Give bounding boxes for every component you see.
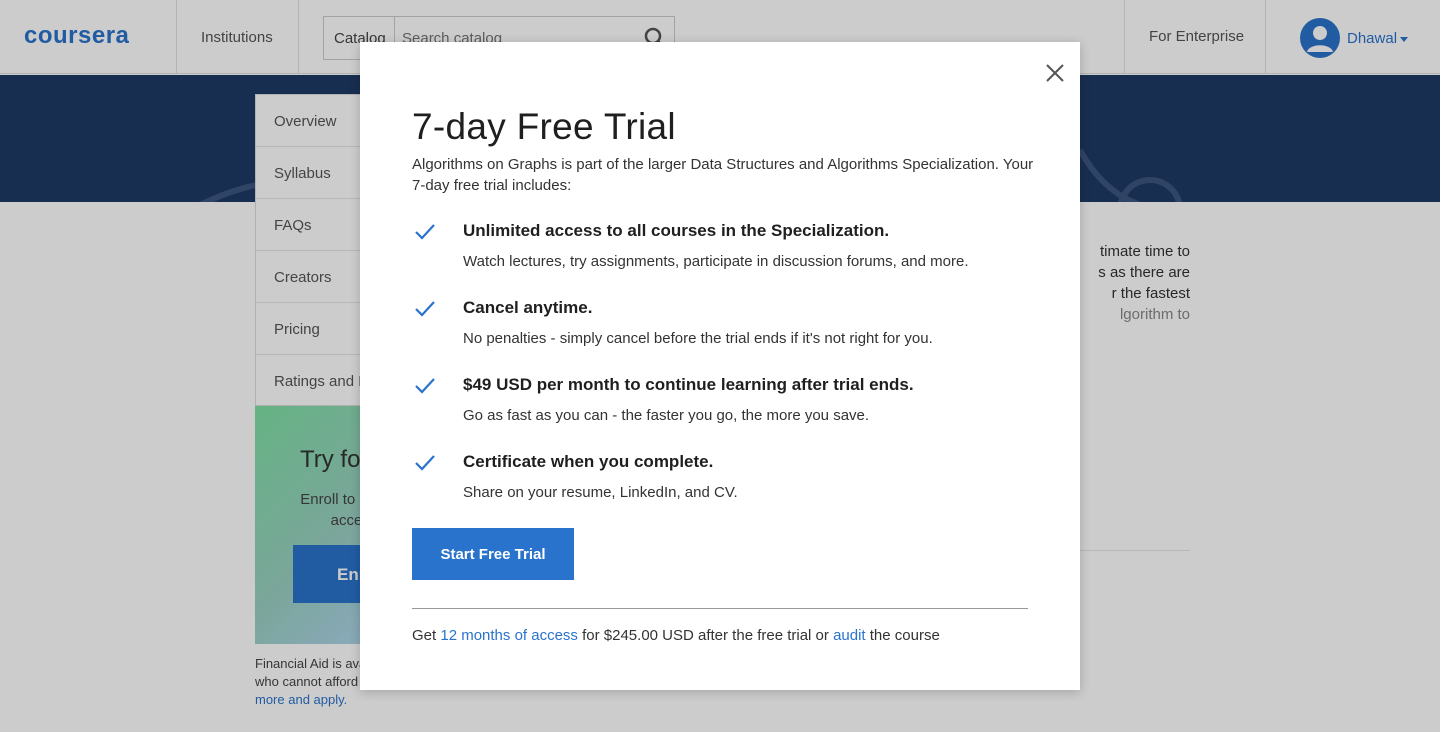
free-trial-modal: 7-day Free Trial Algorithms on Graphs is… [360, 42, 1080, 690]
benefit-title: Cancel anytime. [463, 298, 593, 317]
benefit-description: No penalties - simply cancel before the … [463, 330, 933, 347]
modal-footer-text: Get 12 months of access for $245.00 USD … [412, 627, 940, 644]
check-icon [415, 455, 435, 471]
benefit-description: Go as fast as you can - the faster you g… [463, 407, 870, 424]
modal-title: 7-day Free Trial [412, 106, 676, 147]
start-free-trial-button[interactable]: Start Free Trial [412, 528, 574, 580]
benefit-description: Share on your resume, LinkedIn, and CV. [463, 484, 738, 501]
close-icon[interactable] [1044, 62, 1066, 84]
check-icon [415, 301, 435, 317]
footer-suffix: the course [865, 627, 940, 644]
benefit-title: $49 USD per month to continue learning a… [463, 375, 914, 394]
check-icon [415, 378, 435, 394]
divider [412, 608, 1028, 609]
benefit-description: Watch lectures, try assignments, partici… [463, 253, 969, 270]
benefit-title: Certificate when you complete. [463, 452, 714, 471]
twelve-months-access-link[interactable]: 12 months of access [440, 627, 578, 644]
check-icon [415, 224, 435, 240]
footer-prefix: Get [412, 627, 441, 644]
audit-link[interactable]: audit [833, 627, 866, 644]
footer-middle: for $245.00 USD after the free trial or [577, 627, 834, 644]
modal-intro: Algorithms on Graphs is part of the larg… [412, 156, 1034, 194]
benefit-title: Unlimited access to all courses in the S… [463, 221, 890, 240]
